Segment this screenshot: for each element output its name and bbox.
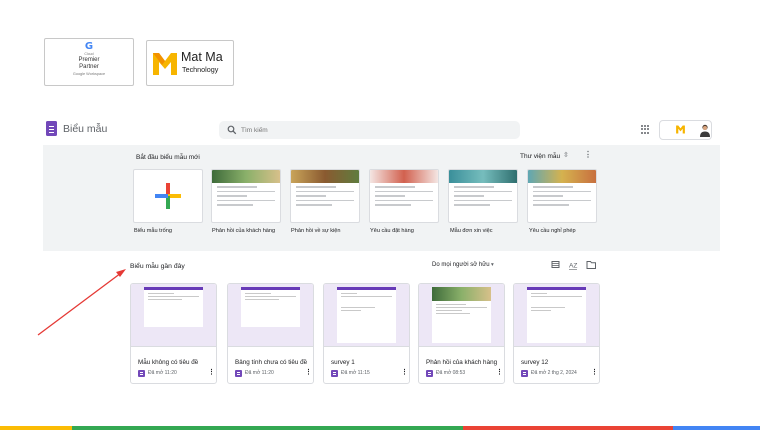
annotation-arrow (37, 269, 126, 336)
google-color-strip (0, 426, 760, 430)
